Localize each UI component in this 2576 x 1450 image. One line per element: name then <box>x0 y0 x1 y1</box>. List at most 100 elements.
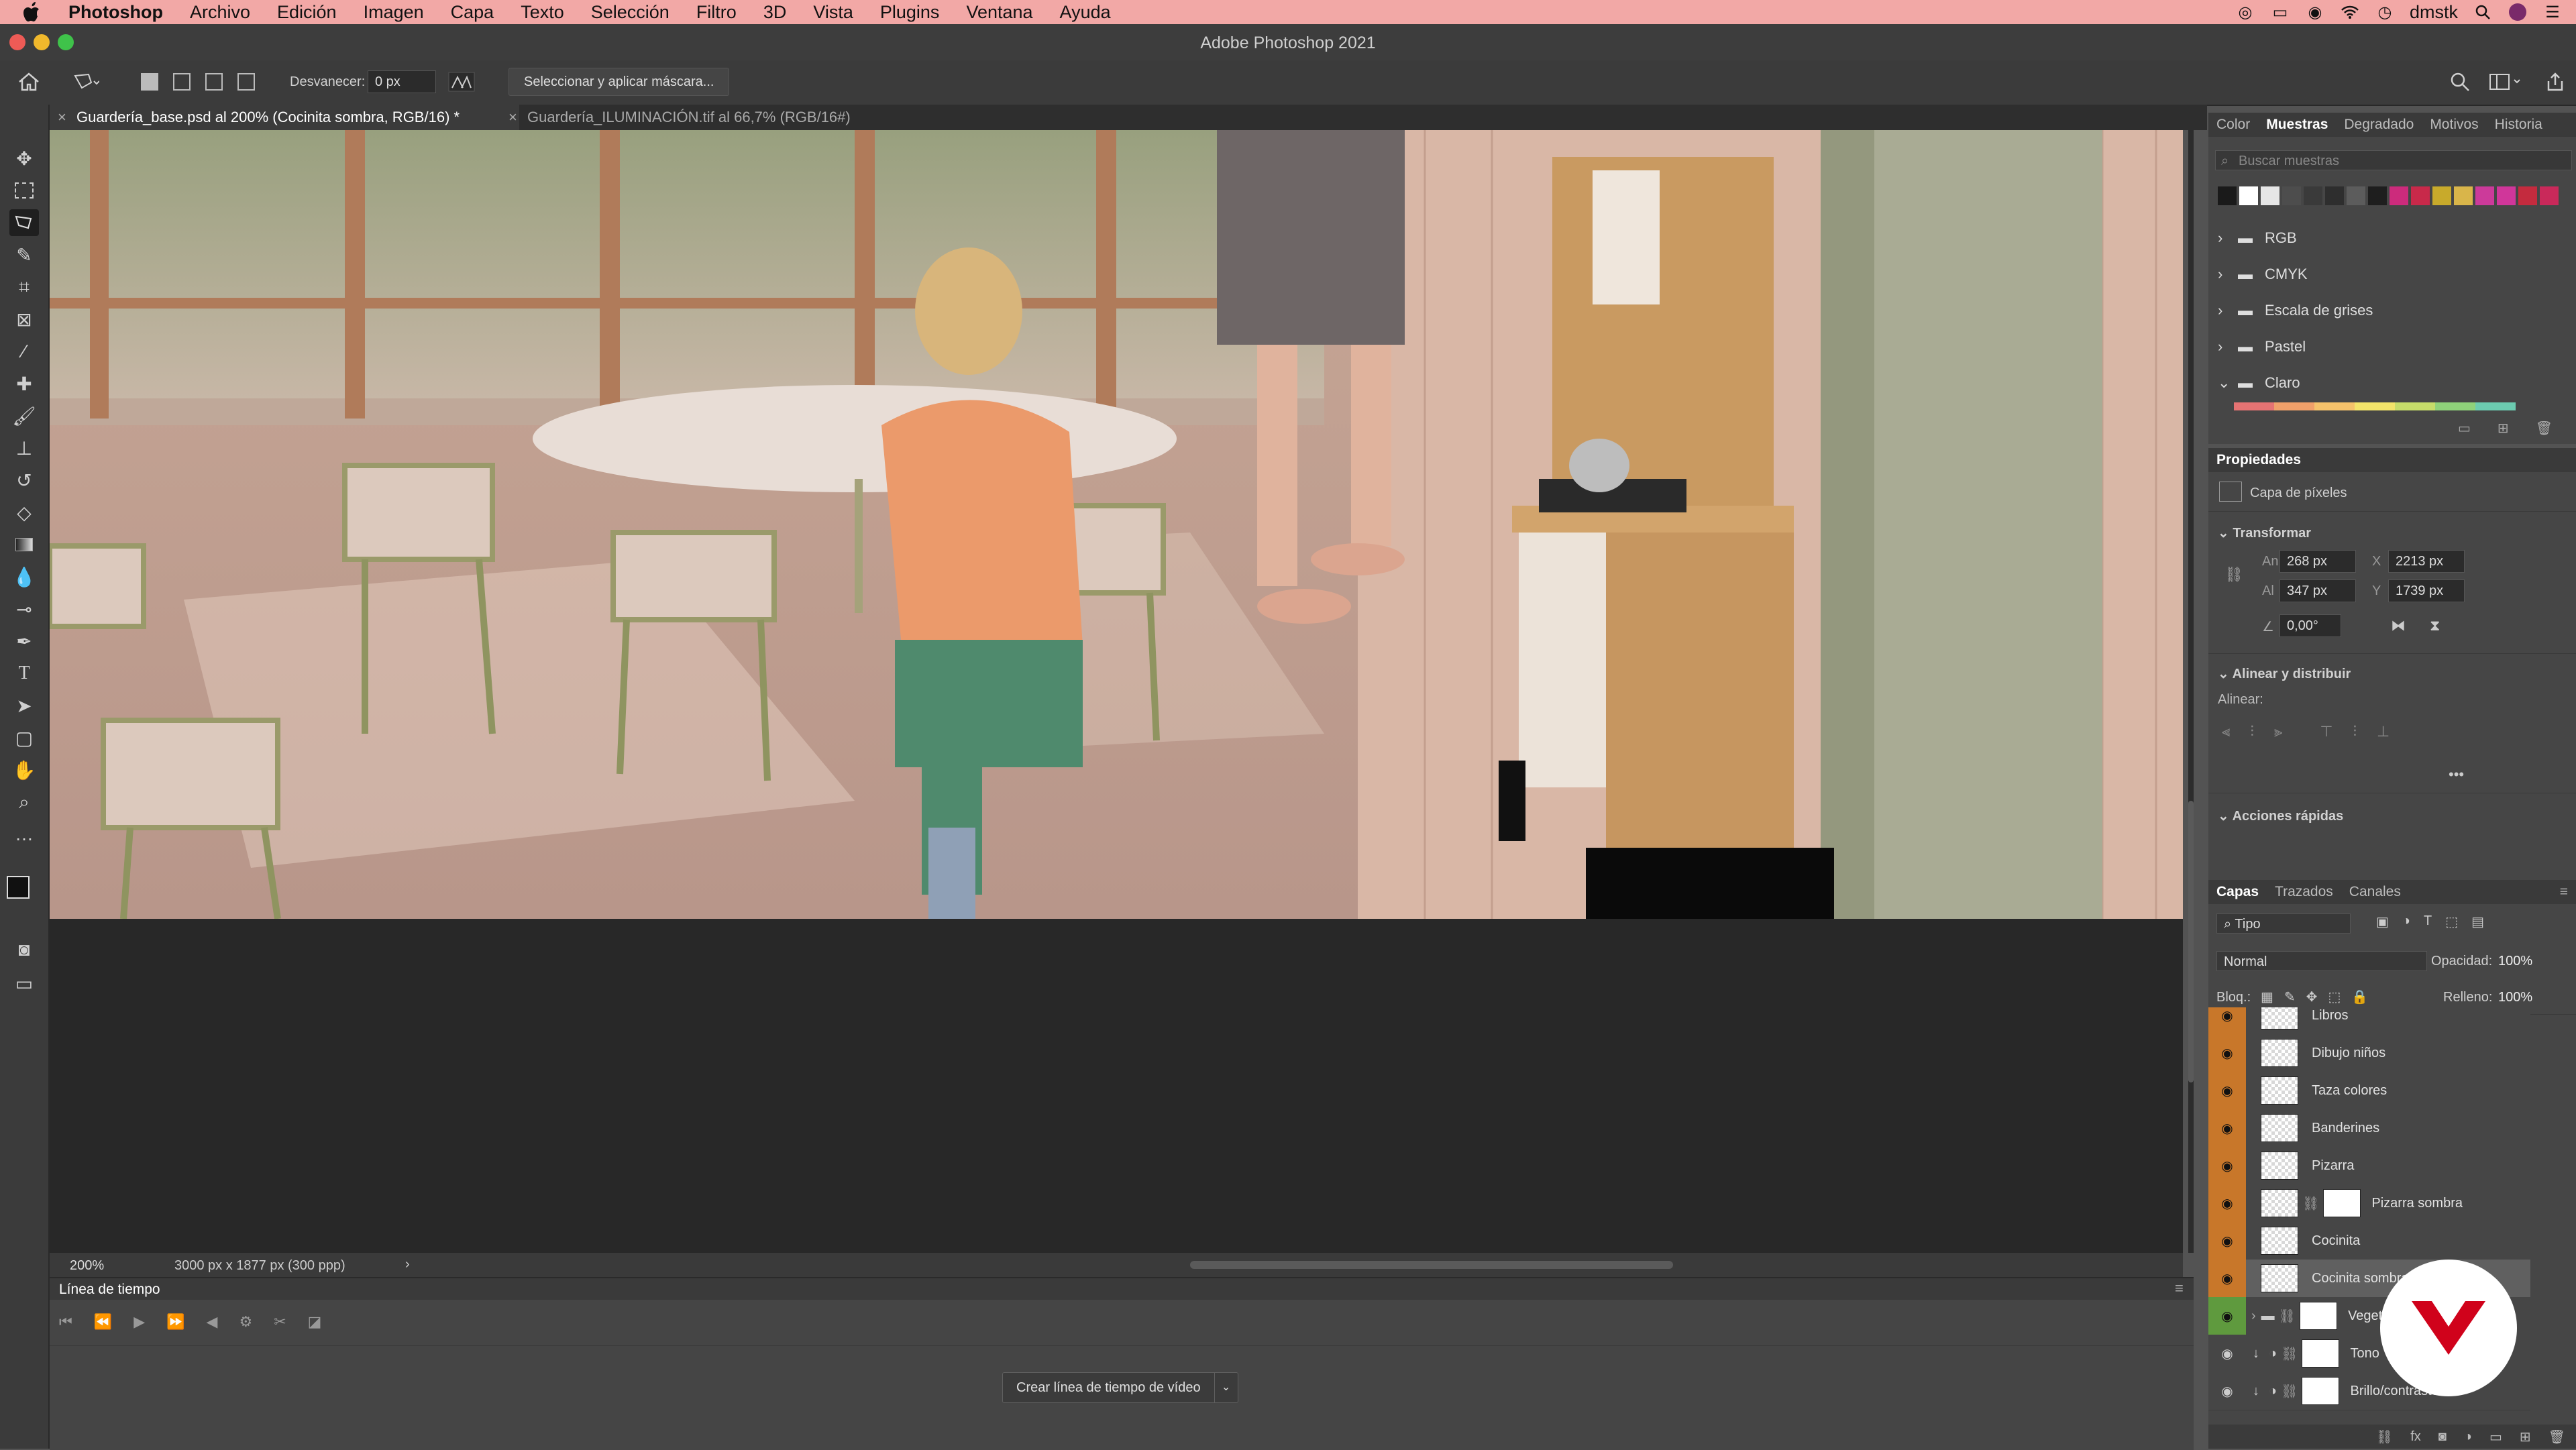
eye-icon[interactable]: ◉ <box>2208 1372 2246 1410</box>
delete-swatch-icon[interactable]: 🗑 <box>2536 420 2553 437</box>
claro-swatch[interactable] <box>2355 402 2395 410</box>
new-swatch-icon[interactable]: ⊞ <box>2498 420 2509 437</box>
menu-ventana[interactable]: Ventana <box>953 2 1046 23</box>
x-position-input[interactable]: 2213 px <box>2388 550 2465 573</box>
menu-vista[interactable]: Vista <box>800 2 867 23</box>
add-selection-icon[interactable] <box>173 73 191 91</box>
menu-plugins[interactable]: Plugins <box>867 2 953 23</box>
layer-row[interactable]: ◉ Dibujo niños <box>2208 1034 2530 1072</box>
menu-archivo[interactable]: Archivo <box>176 2 264 23</box>
quick-mask-icon[interactable]: ◙ <box>9 936 39 963</box>
menu-capa[interactable]: Capa <box>437 2 508 23</box>
eye-icon[interactable]: ◉ <box>2208 1147 2246 1184</box>
filter-type-icon[interactable]: T <box>2424 913 2432 930</box>
flip-vertical-icon[interactable]: ⧗ <box>2430 617 2440 634</box>
expand-group-icon[interactable]: › <box>2251 1308 2256 1324</box>
screen-mode-icon[interactable]: ▭ <box>9 970 39 997</box>
link-proportions-icon[interactable]: ⛓ <box>2224 566 2243 583</box>
color-swatch[interactable] <box>2218 186 2237 205</box>
angle-input[interactable]: 0,00° <box>2279 614 2341 637</box>
settings-icon[interactable]: ⚙ <box>239 1313 252 1331</box>
color-swatch[interactable] <box>2261 186 2279 205</box>
control-center-icon[interactable]: ☰ <box>2542 3 2563 21</box>
brush-tool-icon[interactable]: 🖌 <box>9 402 39 429</box>
swatch-folder-cmyk[interactable]: › ▬ CMYK <box>2218 258 2308 291</box>
y-position-input[interactable]: 1739 px <box>2388 579 2465 602</box>
create-video-timeline-button[interactable]: Crear línea de tiempo de vídeo <box>1003 1373 1214 1402</box>
color-swatch[interactable] <box>2454 186 2473 205</box>
claro-swatch[interactable] <box>2314 402 2355 410</box>
sync-icon[interactable]: ◉ <box>2305 3 2325 21</box>
hand-tool-icon[interactable]: ✋ <box>9 757 39 783</box>
tab-layers[interactable]: Capas <box>2208 884 2267 900</box>
lock-position-icon[interactable]: ✥ <box>2306 989 2318 1005</box>
new-group-icon[interactable]: ▭ <box>2458 420 2471 437</box>
marquee-tool-icon[interactable] <box>9 177 39 204</box>
history-brush-tool-icon[interactable]: ↺ <box>9 467 39 494</box>
document-info[interactable]: 3000 px x 1877 px (300 ppp) <box>174 1258 345 1274</box>
lock-artboard-icon[interactable]: ⬚ <box>2328 989 2341 1005</box>
horizontal-scrollbar-thumb[interactable] <box>1190 1261 1673 1269</box>
tab-gradient[interactable]: Degradado <box>2336 117 2422 133</box>
tab-guarderia-base[interactable]: × Guardería_base.psd al 200% (Cocinita s… <box>50 105 519 130</box>
color-swatch[interactable] <box>2282 186 2301 205</box>
layer-mask-thumbnail[interactable] <box>2302 1339 2340 1368</box>
color-swatch[interactable] <box>2390 186 2408 205</box>
tab-color[interactable]: Color <box>2208 117 2258 133</box>
menu-ayuda[interactable]: Ayuda <box>1046 2 1124 23</box>
tab-patterns[interactable]: Motivos <box>2422 117 2486 133</box>
align-bottom-icon[interactable]: ⊥ <box>2377 723 2390 740</box>
quick-selection-tool-icon[interactable]: ✎ <box>9 241 39 268</box>
blend-mode-select[interactable]: Normal <box>2216 951 2427 971</box>
screen-icon[interactable]: ▭ <box>2270 3 2290 21</box>
home-icon[interactable] <box>17 68 40 95</box>
frame-tool-icon[interactable]: ⊠ <box>9 306 39 333</box>
more-options-icon[interactable]: ••• <box>2449 766 2464 783</box>
eye-icon[interactable]: ◉ <box>2208 1034 2246 1072</box>
transition-icon[interactable]: ◪ <box>308 1313 322 1331</box>
next-frame-icon[interactable]: ⏩ <box>166 1313 184 1331</box>
eraser-tool-icon[interactable]: ◇ <box>9 499 39 526</box>
tab-swatches[interactable]: Muestras <box>2258 117 2336 133</box>
tab-paths[interactable]: Trazados <box>2267 884 2341 900</box>
path-selection-tool-icon[interactable]: ➤ <box>9 692 39 719</box>
eye-icon[interactable]: ◉ <box>2208 1109 2246 1147</box>
color-swatch[interactable] <box>2475 186 2494 205</box>
vertical-scrollbar-thumb[interactable] <box>2188 801 2194 1082</box>
transform-section-title[interactable]: ⌄ Transformar <box>2218 524 2311 541</box>
color-swatch[interactable] <box>2540 186 2559 205</box>
claro-swatch[interactable] <box>2475 402 2516 410</box>
claro-swatch[interactable] <box>2234 402 2274 410</box>
lock-all-icon[interactable]: 🔒 <box>2351 989 2368 1005</box>
timeline-menu-icon[interactable]: ≡ <box>2175 1280 2184 1297</box>
menu-seleccion[interactable]: Selección <box>578 2 683 23</box>
layer-row[interactable]: ◉ ⛓ Pizarra sombra <box>2208 1184 2530 1223</box>
filter-shape-icon[interactable]: ⬚ <box>2445 913 2458 930</box>
layer-row[interactable]: ◉ Cocinita <box>2208 1222 2530 1260</box>
align-left-icon[interactable]: ⫷ <box>2222 723 2230 740</box>
dodge-tool-icon[interactable]: ⊸ <box>9 596 39 622</box>
mask-link-icon[interactable]: ⛓ <box>2302 1195 2319 1212</box>
link-layers-icon[interactable]: ⛓ <box>2376 1429 2393 1445</box>
claro-swatch[interactable] <box>2435 402 2475 410</box>
close-tab-icon[interactable]: × <box>58 105 66 130</box>
layer-mask-thumbnail[interactable] <box>2300 1302 2338 1330</box>
color-swatch[interactable] <box>2411 186 2430 205</box>
swatch-folder-pastel[interactable]: › ▬ Pastel <box>2218 330 2306 364</box>
align-section-title[interactable]: ⌄ Alinear y distribuir <box>2218 665 2351 682</box>
eye-icon[interactable]: ◉ <box>2208 1260 2246 1297</box>
color-swatch[interactable] <box>2432 186 2451 205</box>
swatch-folder-claro[interactable]: ⌄ ▬ Claro <box>2218 366 2300 400</box>
feather-input[interactable]: 0 px <box>368 70 436 93</box>
lock-pixels-icon[interactable]: ✎ <box>2284 989 2296 1005</box>
width-input[interactable]: 268 px <box>2279 550 2356 573</box>
align-top-icon[interactable]: ⊤ <box>2320 723 2332 740</box>
previous-frame-icon[interactable]: ⏪ <box>94 1313 112 1331</box>
audio-icon[interactable]: ◀ <box>207 1313 218 1331</box>
layer-row[interactable]: ◉ Taza colores <box>2208 1072 2530 1110</box>
layer-filter-select[interactable]: ⌕ Tipo <box>2216 913 2351 934</box>
clock-icon[interactable]: ◷ <box>2375 3 2395 21</box>
layer-row[interactable]: ◉ Banderines <box>2208 1109 2530 1148</box>
subtract-selection-icon[interactable] <box>205 73 223 91</box>
menu-3d[interactable]: 3D <box>750 2 800 23</box>
